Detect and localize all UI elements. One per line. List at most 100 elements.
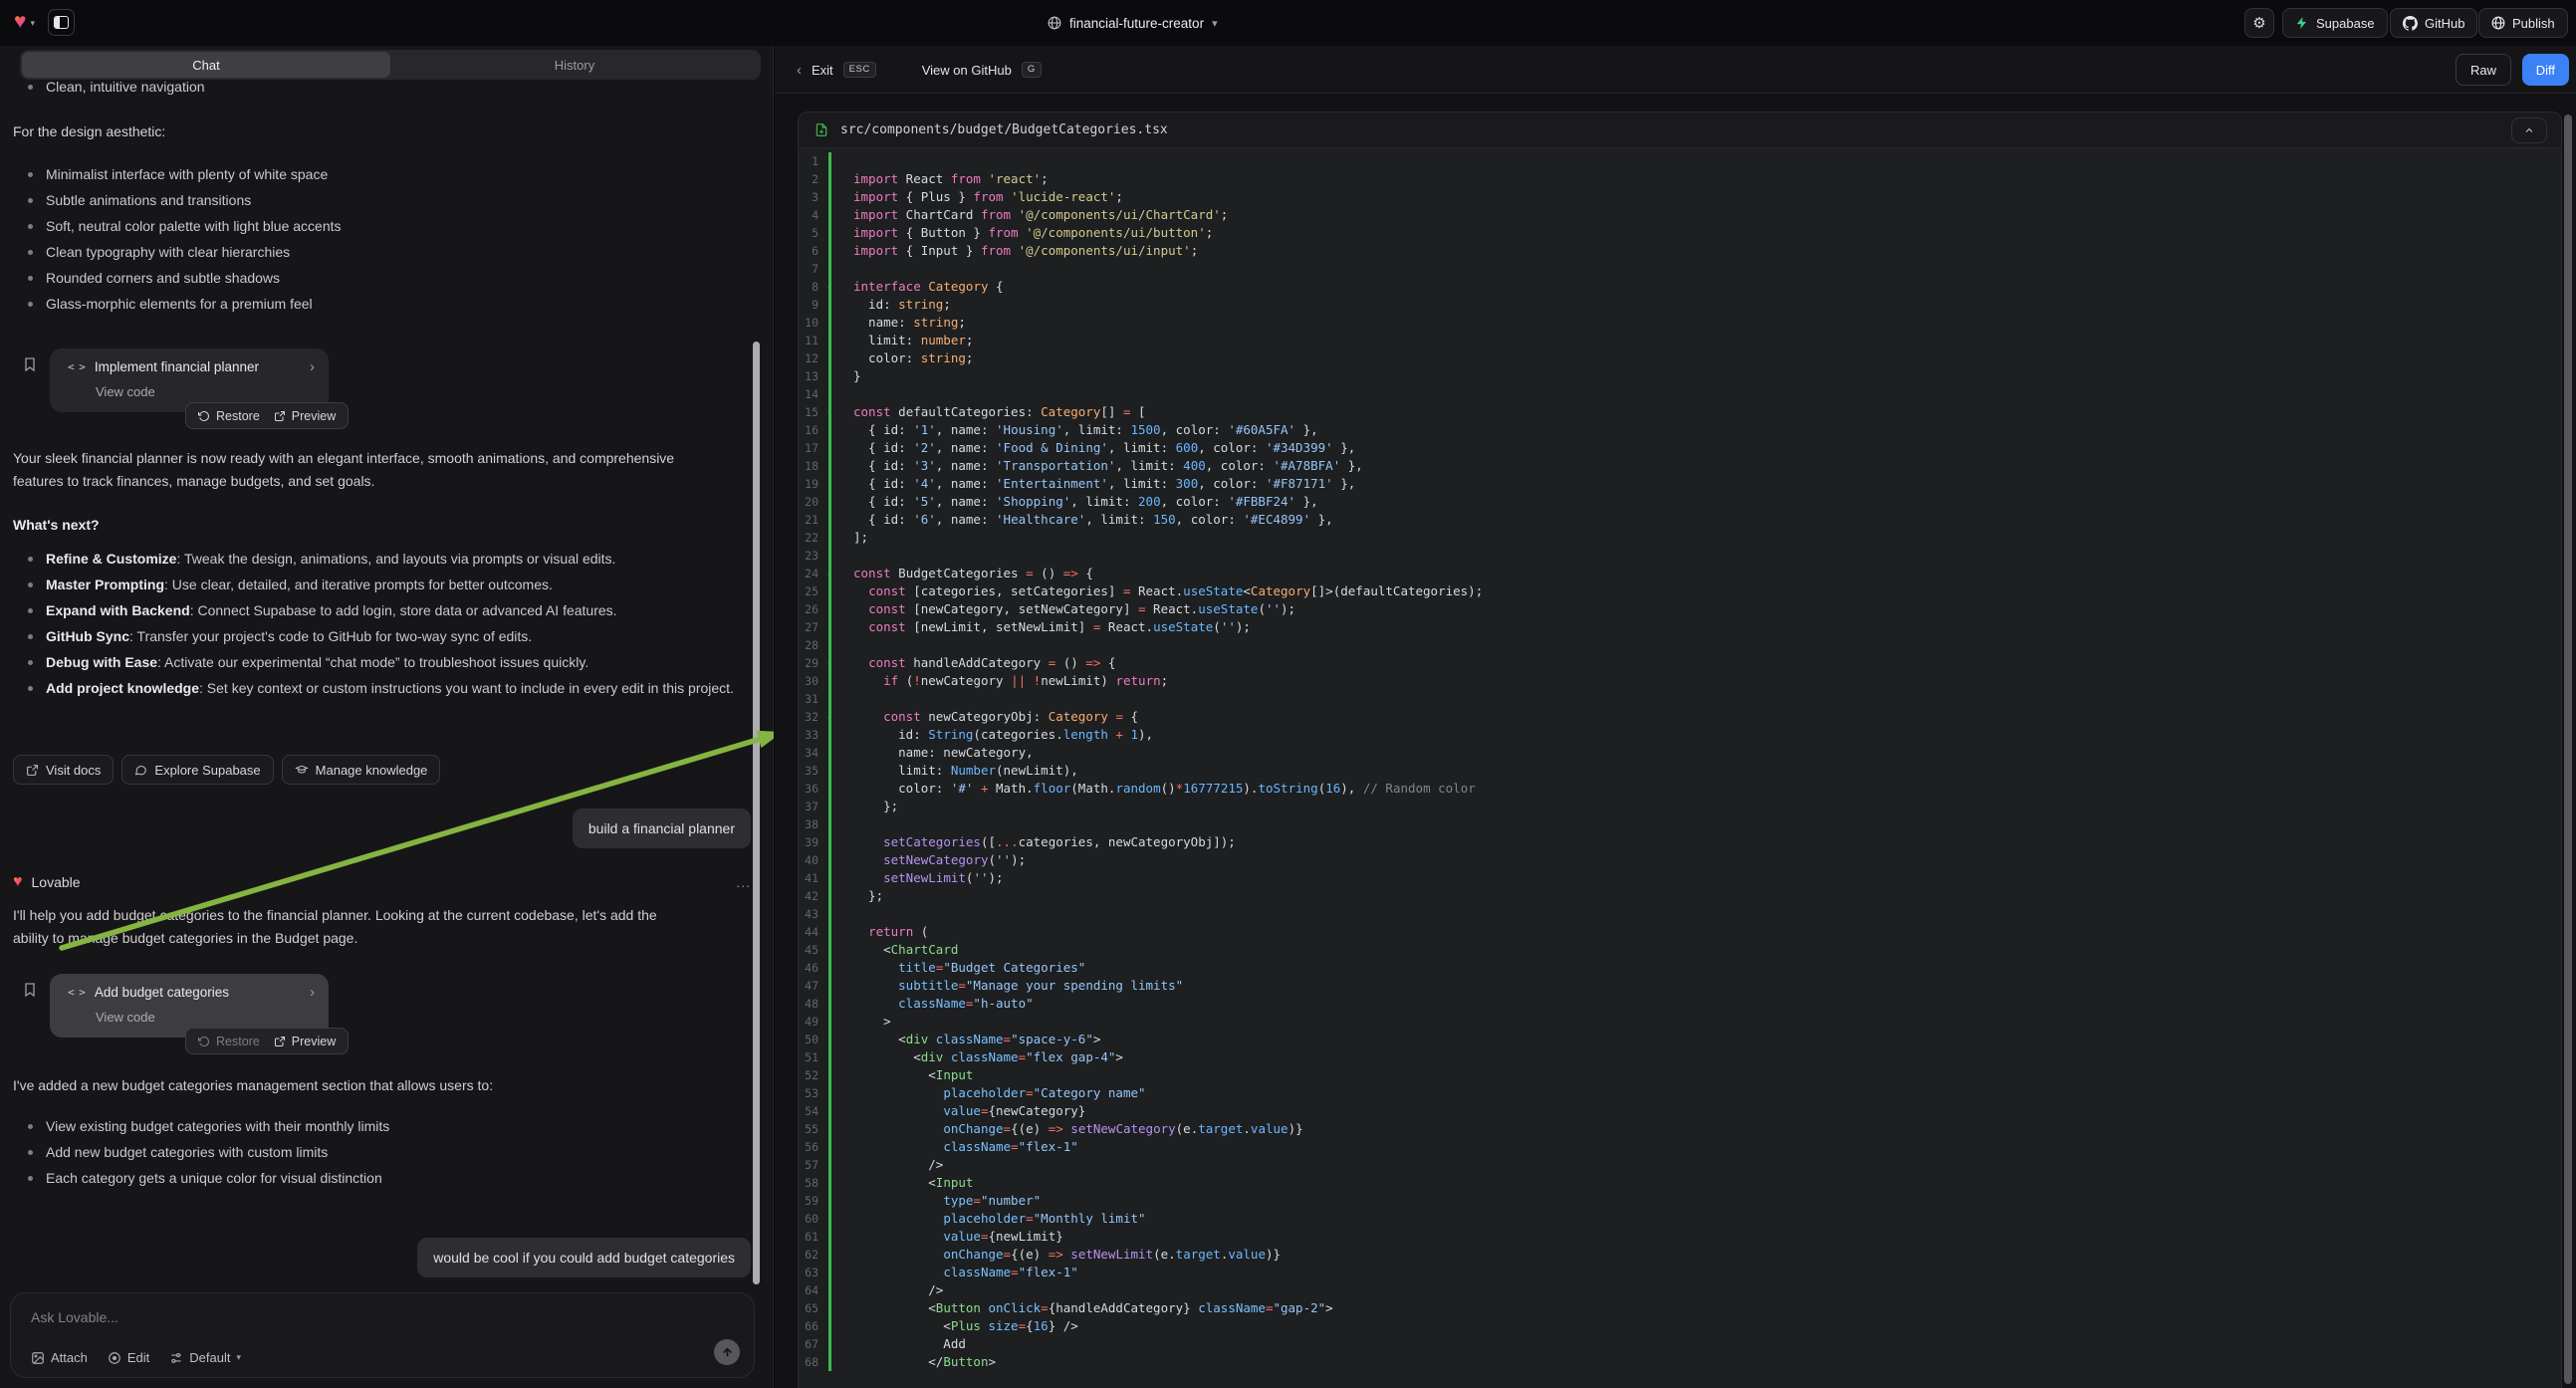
sidebar-toggle-button[interactable]: [48, 9, 75, 36]
code-text: };: [840, 798, 898, 815]
globe-icon: [2491, 16, 2505, 30]
line-number: 5: [799, 224, 819, 242]
code-text: />: [840, 1281, 943, 1299]
line-number: 13: [799, 367, 819, 385]
version-toolbar: Restore Preview: [185, 1028, 349, 1054]
line-number: 50: [799, 1031, 819, 1048]
code-line: 47 subtitle="Manage your spending limits…: [799, 977, 2561, 995]
code-line: 38: [799, 815, 2561, 833]
manage-knowledge-button[interactable]: Manage knowledge: [282, 755, 441, 785]
chat-input-box[interactable]: Ask Lovable... Attach Edit Default ▾: [10, 1292, 755, 1378]
code-line: 35 limit: Number(newLimit),: [799, 762, 2561, 780]
bookmark-icon[interactable]: [22, 354, 38, 374]
code-icon: < >: [68, 360, 85, 373]
code-text: color: '#' + Math.floor(Math.random()*16…: [840, 780, 1476, 798]
view-on-github-button[interactable]: View on GitHub: [922, 63, 1012, 78]
line-number: 23: [799, 547, 819, 565]
lovable-logo-menu[interactable]: ♥ ▾: [14, 11, 35, 32]
project-title: financial-future-creator: [1069, 16, 1204, 31]
code-line: 13}: [799, 367, 2561, 385]
code-editor[interactable]: 12import React from 'react';3import { Pl…: [799, 148, 2561, 1371]
preview-button[interactable]: Preview: [274, 409, 336, 423]
line-number: 64: [799, 1281, 819, 1299]
code-text: placeholder="Monthly limit": [840, 1210, 1146, 1228]
diff-toggle-button[interactable]: Diff: [2522, 54, 2569, 86]
code-text: [840, 260, 853, 278]
sliders-icon: [169, 1351, 183, 1365]
restore-button[interactable]: Restore: [198, 409, 260, 423]
chat-scrollbar[interactable]: [753, 342, 760, 1284]
list-item: Add project knowledge: Set key context o…: [13, 675, 742, 701]
publish-button[interactable]: Publish: [2478, 8, 2568, 38]
external-link-icon: [26, 764, 39, 777]
message-menu-button[interactable]: ...: [736, 874, 751, 890]
code-line: 48 className="h-auto": [799, 995, 2561, 1013]
line-number: 41: [799, 869, 819, 887]
visit-docs-button[interactable]: Visit docs: [13, 755, 114, 785]
raw-toggle-button[interactable]: Raw: [2456, 54, 2511, 86]
view-code-link[interactable]: View code: [96, 1010, 155, 1025]
github-button[interactable]: GitHub: [2390, 8, 2477, 38]
code-line: 64 />: [799, 1281, 2561, 1299]
code-text: title="Budget Categories": [840, 959, 1085, 977]
edit-mode-button[interactable]: Edit: [108, 1350, 149, 1365]
view-code-link[interactable]: View code: [96, 384, 155, 399]
code-line: 60 placeholder="Monthly limit": [799, 1210, 2561, 1228]
send-button[interactable]: [714, 1339, 740, 1365]
gear-icon: ⚙: [2252, 14, 2265, 32]
code-text: value={newCategory}: [840, 1102, 1085, 1120]
line-number: 10: [799, 314, 819, 332]
code-line: 3import { Plus } from 'lucide-react';: [799, 188, 2561, 206]
preview-button[interactable]: Preview: [274, 1035, 336, 1048]
mode-selector[interactable]: Default ▾: [169, 1350, 241, 1365]
restore-button[interactable]: Restore: [198, 1035, 260, 1048]
code-text: <div className="space-y-6">: [840, 1031, 1100, 1048]
code-line: 33 id: String(categories.length + 1),: [799, 726, 2561, 744]
settings-button[interactable]: ⚙: [2244, 8, 2274, 38]
code-text: </Button>: [840, 1353, 996, 1371]
code-text: [840, 636, 853, 654]
code-line: 1: [799, 152, 2561, 170]
project-switcher[interactable]: financial-future-creator ▾: [1048, 0, 1218, 46]
code-viewer-header: ‹ Exit ESC View on GitHub G Raw Diff: [775, 46, 2576, 94]
bullet-dot: [28, 1150, 33, 1155]
code-line: 54 value={newCategory}: [799, 1102, 2561, 1120]
version-card-title: Implement financial planner: [95, 359, 259, 374]
code-scrollbar[interactable]: [2564, 115, 2572, 1384]
code-line: 18 { id: '3', name: 'Transportation', li…: [799, 457, 2561, 475]
chevron-left-icon: ‹: [797, 62, 802, 79]
list-item: View existing budget categories with the…: [13, 1113, 750, 1139]
collapse-file-button[interactable]: [2511, 117, 2547, 143]
code-line: 10 name: string;: [799, 314, 2561, 332]
code-text: id: string;: [840, 296, 951, 314]
code-text: const [newLimit, setNewLimit] = React.us…: [840, 618, 1251, 636]
line-number: 55: [799, 1120, 819, 1138]
code-line: 61 value={newLimit}: [799, 1228, 2561, 1246]
explore-supabase-button[interactable]: Explore Supabase: [121, 755, 273, 785]
line-number: 63: [799, 1264, 819, 1281]
code-text: import { Button } from '@/components/ui/…: [840, 224, 1213, 242]
code-line: 19 { id: '4', name: 'Entertainment', lim…: [799, 475, 2561, 493]
code-line: 2import React from 'react';: [799, 170, 2561, 188]
line-number: 11: [799, 332, 819, 349]
line-number: 37: [799, 798, 819, 815]
line-number: 44: [799, 923, 819, 941]
bullet-dot: [28, 1124, 33, 1129]
exit-button[interactable]: Exit: [812, 63, 833, 78]
line-number: 24: [799, 565, 819, 582]
line-number: 19: [799, 475, 819, 493]
github-icon: [2403, 16, 2418, 31]
external-link-icon: [274, 410, 286, 422]
bookmark-icon[interactable]: [22, 980, 38, 1000]
bullet-dot: [28, 250, 33, 255]
lovable-app: ♥ ▾ financial-future-creator ▾ ⚙ Supabas…: [0, 0, 2576, 1388]
file-header[interactable]: src/components/budget/BudgetCategories.t…: [799, 113, 2561, 148]
supabase-button[interactable]: Supabase: [2282, 8, 2388, 38]
code-text: import ChartCard from '@/components/ui/C…: [840, 206, 1228, 224]
line-number: 28: [799, 636, 819, 654]
list-item: Debug with Ease: Activate our experiment…: [13, 649, 742, 675]
code-text: }: [840, 367, 861, 385]
attach-button[interactable]: Attach: [31, 1350, 88, 1365]
code-line: 59 type="number": [799, 1192, 2561, 1210]
code-line: 15⌄const defaultCategories: Category[] =…: [799, 403, 2561, 421]
